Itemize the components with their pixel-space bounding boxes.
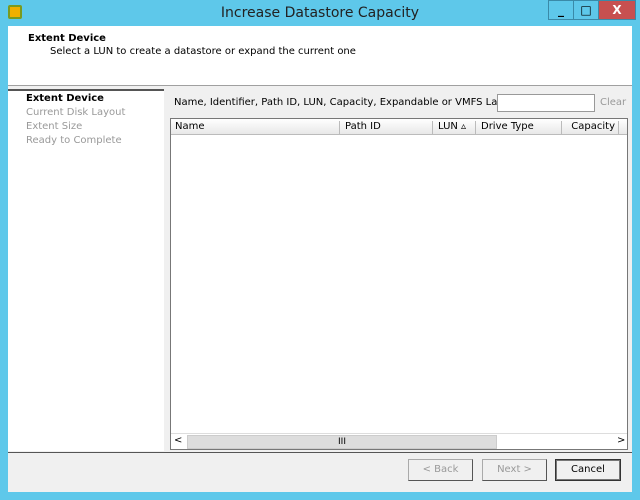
footer-divider [8,452,632,453]
column-drive-type[interactable]: Drive Type [476,121,562,135]
horizontal-scrollbar[interactable]: < III > [171,433,627,449]
column-capacity[interactable]: Capacity [562,121,619,135]
scroll-right-icon[interactable]: > [617,435,625,446]
wizard-steps: Extent Device Current Disk Layout Extent… [8,89,164,451]
column-name[interactable]: Name [171,121,340,135]
step-extent-size: Extent Size [26,121,83,132]
maximize-button[interactable]: □ [573,0,599,20]
clear-button[interactable]: Clear [600,97,626,108]
scroll-thumb[interactable]: III [187,435,497,449]
minimize-button[interactable]: _ [548,0,574,20]
column-lun[interactable]: LUN ▵ [433,121,476,135]
cancel-button[interactable]: Cancel [555,459,621,481]
wizard-header: Extent Device Select a LUN to create a d… [8,26,632,86]
filter-field-dropdown[interactable]: Name, Identifier, Path ID, LUN, Capacity… [174,97,539,108]
column-path-id[interactable]: Path ID [340,121,433,135]
table-header: Name Path ID LUN ▵ Drive Type Capacity [171,119,627,135]
title-bar[interactable]: Increase Datastore Capacity _ □ X [0,0,640,26]
page-title: Extent Device [28,33,106,44]
step-ready-to-complete: Ready to Complete [26,135,122,146]
next-button[interactable]: Next > [482,459,547,481]
back-button[interactable]: < Back [408,459,473,481]
scroll-left-icon[interactable]: < [174,435,182,446]
filter-input[interactable] [497,94,595,112]
step-extent-device[interactable]: Extent Device [26,93,104,104]
page-subtitle: Select a LUN to create a datastore or ex… [50,46,356,57]
dialog-body: Extent Device Select a LUN to create a d… [8,26,632,492]
lun-table: Name Path ID LUN ▵ Drive Type Capacity <… [170,118,628,450]
close-button[interactable]: X [598,0,636,20]
step-current-disk-layout: Current Disk Layout [26,107,126,118]
window-title: Increase Datastore Capacity [220,5,420,21]
